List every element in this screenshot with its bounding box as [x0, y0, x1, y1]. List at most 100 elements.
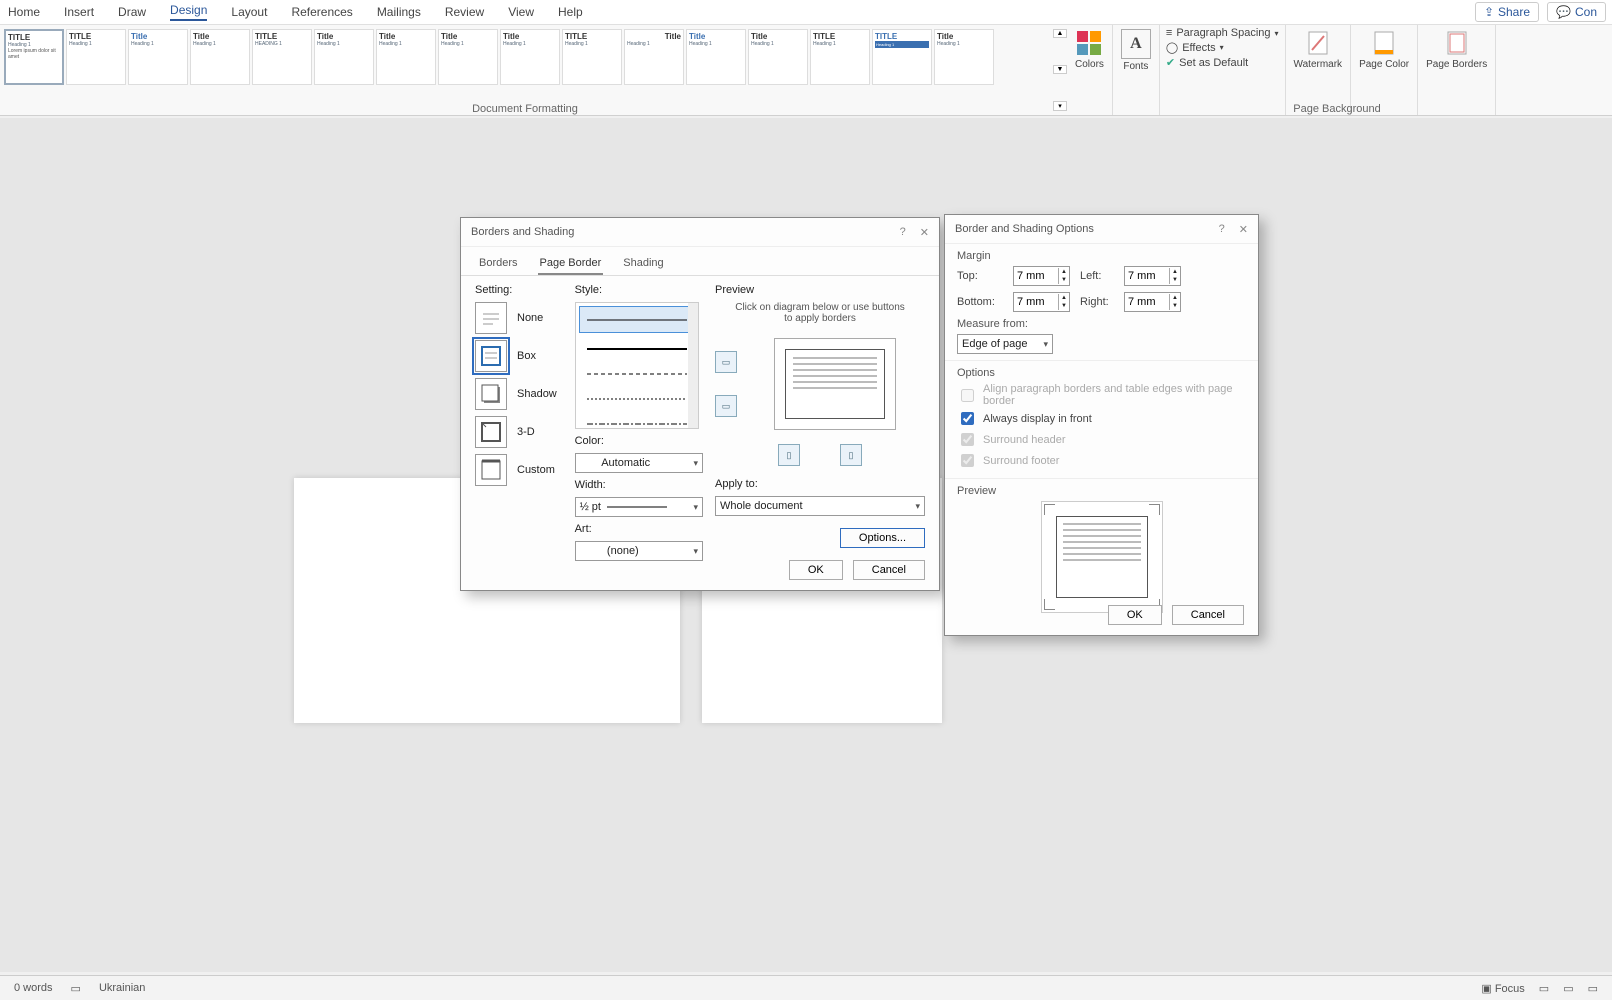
theme-card[interactable]: TitleHeading 1 — [314, 29, 374, 85]
menu-insert[interactable]: Insert — [64, 5, 94, 19]
help-icon[interactable]: ? — [1219, 223, 1225, 236]
measure-from-combo[interactable]: Edge of page▾ — [957, 334, 1053, 354]
theme-card[interactable]: TitleHeading 1 — [376, 29, 436, 85]
top-border-toggle[interactable]: ▭ — [715, 351, 737, 373]
margin-label: Margin — [957, 250, 1246, 262]
art-label: Art: — [575, 523, 703, 535]
page-borders-button[interactable]: Page Borders — [1418, 25, 1496, 115]
chevron-up-icon[interactable]: ▲ — [1053, 29, 1067, 38]
comments-button[interactable]: 💬Con — [1547, 2, 1606, 22]
margin-left-input[interactable]: ▲▼ — [1124, 266, 1181, 286]
theme-card[interactable]: TITLEHeading 1 — [810, 29, 870, 85]
dialog-titlebar[interactable]: Borders and Shading ?✕ — [461, 218, 939, 247]
width-combo[interactable]: ½ pt▾ — [575, 497, 703, 517]
spellcheck-icon[interactable]: ▭ — [71, 982, 81, 995]
theme-gallery[interactable]: TITLEHeading 1Lorem ipsum dolor sit amet… — [0, 25, 1053, 115]
menu-draw[interactable]: Draw — [118, 5, 146, 19]
theme-card[interactable]: TITLEHeading 1 — [562, 29, 622, 85]
dialog-titlebar[interactable]: Border and Shading Options ?✕ — [945, 215, 1258, 244]
menu-mailings[interactable]: Mailings — [377, 5, 421, 19]
theme-card[interactable]: TitleHeading 1 — [500, 29, 560, 85]
menu-help[interactable]: Help — [558, 5, 583, 19]
style-list[interactable] — [575, 302, 699, 429]
theme-card[interactable]: TitleHeading 1 — [686, 29, 746, 85]
ok-button[interactable]: OK — [789, 560, 843, 580]
theme-card[interactable]: TITLEHeading 1 — [66, 29, 126, 85]
setting-custom[interactable]: Custom — [475, 454, 563, 486]
right-border-toggle[interactable]: ▯ — [840, 444, 862, 466]
setting-none[interactable]: None — [475, 302, 563, 334]
read-mode-icon[interactable]: ▭ — [1539, 982, 1549, 995]
options-label: Options — [957, 367, 1246, 379]
theme-card[interactable]: TitleHeading 1 — [748, 29, 808, 85]
menu-references[interactable]: References — [291, 5, 352, 19]
preview-label: Preview — [957, 485, 1246, 497]
group-label: Document Formatting — [0, 103, 1050, 115]
cancel-button[interactable]: Cancel — [1172, 605, 1244, 625]
print-layout-icon[interactable]: ▭ — [1563, 982, 1573, 995]
theme-card[interactable]: TITLEHeading 1 — [872, 29, 932, 85]
fonts-icon: A — [1121, 29, 1151, 59]
theme-card[interactable]: TitleHeading 1 — [128, 29, 188, 85]
expand-icon[interactable]: ▾ — [1053, 101, 1067, 111]
tab-borders[interactable]: Borders — [477, 253, 520, 275]
surround-footer-checkbox[interactable]: Surround footer — [957, 451, 1246, 470]
cancel-button[interactable]: Cancel — [853, 560, 925, 580]
art-combo[interactable]: (none)▾ — [575, 541, 703, 561]
align-paragraph-checkbox[interactable]: Align paragraph borders and table edges … — [957, 383, 1246, 407]
watermark-button[interactable]: Watermark — [1286, 25, 1352, 115]
theme-card[interactable]: TITLEHEADING 1 — [252, 29, 312, 85]
chevron-down-icon[interactable]: ▼ — [1053, 65, 1067, 74]
margin-right-input[interactable]: ▲▼ — [1124, 292, 1181, 312]
page-borders-icon — [1443, 29, 1471, 57]
share-icon: ⇪ — [1484, 5, 1494, 19]
menu-home[interactable]: Home — [8, 5, 40, 19]
setting-shadow[interactable]: Shadow — [475, 378, 563, 410]
setting-box[interactable]: Box — [475, 340, 563, 372]
margin-top-input[interactable]: ▲▼ — [1013, 266, 1070, 286]
web-layout-icon[interactable]: ▭ — [1588, 982, 1598, 995]
page-color-icon — [1370, 29, 1398, 57]
colors-icon — [1075, 29, 1103, 57]
paragraph-spacing-button[interactable]: ≡Paragraph Spacing ▾ — [1166, 27, 1279, 39]
setting-3d[interactable]: 3-D — [475, 416, 563, 448]
help-icon[interactable]: ? — [900, 226, 906, 239]
word-count[interactable]: 0 words — [14, 982, 53, 994]
always-front-checkbox[interactable]: Always display in front — [957, 409, 1246, 428]
page-color-button[interactable]: Page Color — [1351, 25, 1418, 115]
menu-design[interactable]: Design — [170, 3, 207, 21]
share-button[interactable]: ⇪Share — [1475, 2, 1539, 22]
margin-bottom-input[interactable]: ▲▼ — [1013, 292, 1070, 312]
apply-to-combo[interactable]: Whole document▾ — [715, 496, 925, 516]
watermark-icon — [1304, 29, 1332, 57]
tab-shading[interactable]: Shading — [621, 253, 665, 275]
scrollbar[interactable] — [688, 303, 698, 428]
language-status[interactable]: Ukrainian — [99, 982, 145, 994]
surround-header-checkbox[interactable]: Surround header — [957, 430, 1246, 449]
effects-button[interactable]: ◯Effects ▾ — [1166, 41, 1279, 54]
theme-card[interactable]: TitleHeading 1 — [438, 29, 498, 85]
theme-card[interactable]: TitleHeading 1 — [934, 29, 994, 85]
menu-review[interactable]: Review — [445, 5, 484, 19]
menu-layout[interactable]: Layout — [231, 5, 267, 19]
focus-mode[interactable]: ▣ Focus — [1481, 982, 1524, 995]
theme-card[interactable]: TitleHeading 1 — [190, 29, 250, 85]
group-label: Page Background — [1262, 103, 1412, 115]
close-icon[interactable]: ✕ — [920, 226, 929, 239]
set-default-button[interactable]: ✔Set as Default — [1166, 56, 1279, 69]
theme-card[interactable]: TitleHeading 1 — [624, 29, 684, 85]
bottom-border-toggle[interactable]: ▭ — [715, 395, 737, 417]
options-button[interactable]: Options... — [840, 528, 925, 548]
color-combo[interactable]: Automatic▾ — [575, 453, 703, 473]
colors-button[interactable]: Colors — [1067, 25, 1113, 115]
menu-view[interactable]: View — [508, 5, 534, 19]
close-icon[interactable]: ✕ — [1239, 223, 1248, 236]
fonts-button[interactable]: A Fonts — [1113, 25, 1160, 115]
theme-card[interactable]: TITLEHeading 1Lorem ipsum dolor sit amet — [4, 29, 64, 85]
left-border-toggle[interactable]: ▯ — [778, 444, 800, 466]
preview-diagram[interactable] — [774, 338, 896, 430]
menu-bar: Home Insert Draw Design Layout Reference… — [0, 0, 1612, 25]
gallery-scroll[interactable]: ▲ ▼ ▾ — [1053, 25, 1067, 115]
tab-page-border[interactable]: Page Border — [538, 253, 604, 275]
ok-button[interactable]: OK — [1108, 605, 1162, 625]
